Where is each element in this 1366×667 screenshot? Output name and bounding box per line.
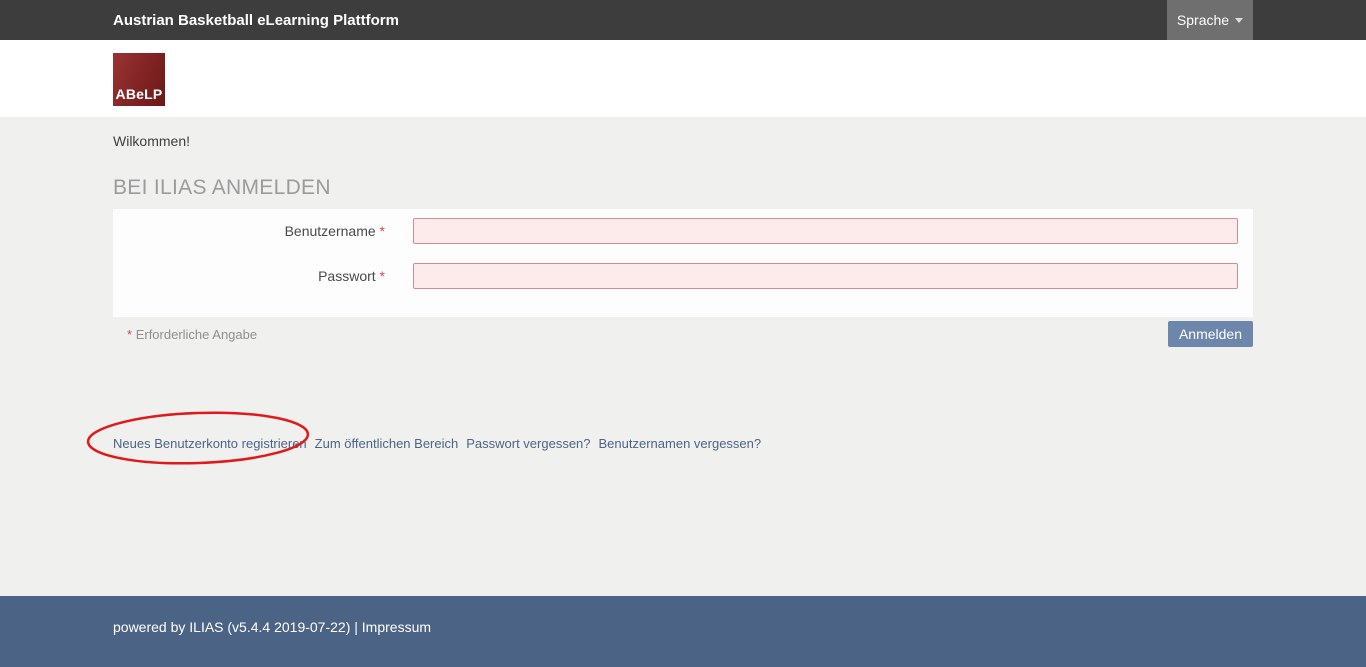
auth-links: Neues Benutzerkonto registrieren Zum öff…	[113, 436, 1253, 451]
header: ABeLP	[0, 40, 1366, 117]
password-label: Passwort *	[113, 268, 413, 284]
footer-text: powered by ILIAS (v5.4.4 2019-07-22) | I…	[113, 596, 1366, 635]
required-asterisk: *	[127, 327, 132, 342]
language-dropdown-button[interactable]: Sprache	[1167, 0, 1253, 40]
public-area-link[interactable]: Zum öffentlichen Bereich	[315, 436, 459, 451]
login-form: Benutzername * Passwort *	[113, 209, 1253, 317]
register-link[interactable]: Neues Benutzerkonto registrieren	[113, 436, 307, 451]
abelp-logo[interactable]: ABeLP	[113, 53, 165, 106]
username-row: Benutzername *	[113, 218, 1238, 244]
forgot-username-link[interactable]: Benutzernamen vergessen?	[599, 436, 762, 451]
impressum-link[interactable]: Impressum	[362, 619, 431, 635]
chevron-down-icon	[1235, 18, 1243, 23]
username-label: Benutzername *	[113, 223, 413, 239]
main-content: Wilkommen! BEI ILIAS ANMELDEN Benutzerna…	[0, 117, 1366, 596]
username-input[interactable]	[413, 218, 1238, 244]
required-asterisk: *	[380, 223, 385, 239]
welcome-text: Wilkommen!	[113, 117, 1253, 149]
required-asterisk: *	[380, 268, 385, 284]
language-dropdown-label: Sprache	[1177, 12, 1229, 28]
form-command-row: * Erforderliche Angabe Anmelden	[113, 321, 1253, 347]
forgot-password-link[interactable]: Passwort vergessen?	[466, 436, 590, 451]
required-hint: * Erforderliche Angabe	[127, 327, 257, 342]
top-bar: Austrian Basketball eLearning Plattform …	[0, 0, 1366, 40]
footer: powered by ILIAS (v5.4.4 2019-07-22) | I…	[0, 596, 1366, 667]
abelp-logo-text: ABeLP	[116, 86, 163, 106]
login-heading: BEI ILIAS ANMELDEN	[113, 176, 1253, 200]
login-button[interactable]: Anmelden	[1168, 321, 1253, 347]
password-input[interactable]	[413, 263, 1238, 289]
page-title: Austrian Basketball eLearning Plattform	[113, 12, 399, 29]
password-row: Passwort *	[113, 263, 1238, 289]
footer-separator: |	[354, 619, 358, 635]
